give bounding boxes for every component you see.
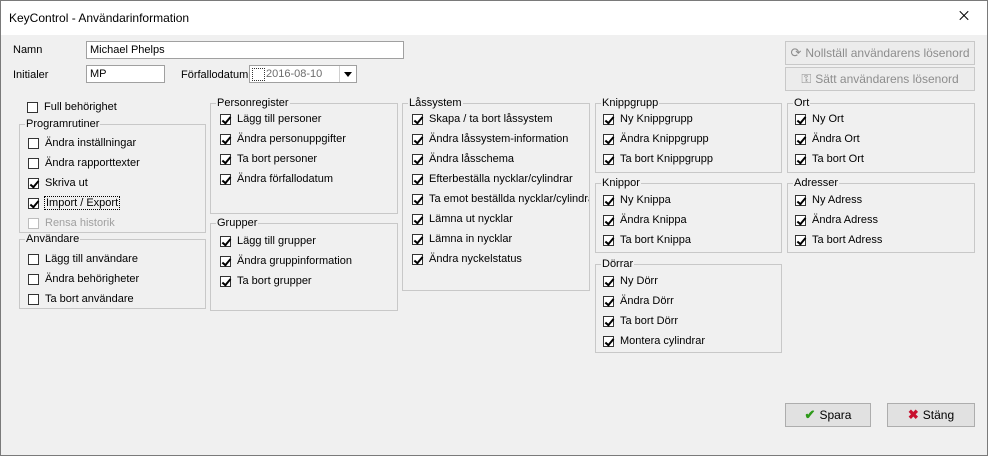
- group-title: Låssystem: [408, 97, 463, 109]
- group-knippor: Knippor Ny Knippa Ändra Knippa Ta bort K…: [595, 177, 782, 253]
- group-title: Ort: [793, 97, 811, 109]
- group-grupper: Grupper Lägg till grupper Ändra gruppinf…: [210, 217, 398, 311]
- group-knippgrupp: Knippgrupp Ny Knippgrupp Ändra Knippgrup…: [595, 97, 782, 173]
- group-personregister: Personregister Lägg till personer Ändra …: [210, 97, 398, 214]
- close-button[interactable]: ✖ Stäng: [887, 403, 975, 427]
- group-title: Knippor: [601, 177, 641, 189]
- reset-password-button[interactable]: ⟳ Nollställ användarens lösenord: [785, 41, 975, 65]
- window-title: KeyControl - Användarinformation: [9, 11, 190, 25]
- group-anvandare: Användare Lägg till användare Ändra behö…: [19, 233, 206, 309]
- group-title: Dörrar: [601, 258, 635, 270]
- group-title: Knippgrupp: [601, 97, 660, 109]
- group-dorrar: Dörrar Ny Dörr Ändra Dörr Ta bort Dörr M…: [595, 258, 782, 353]
- key-icon: ⚿: [801, 71, 812, 86]
- group-lassystem: Låssystem Skapa / ta bort låssystem Ändr…: [402, 97, 590, 291]
- name-input[interactable]: [86, 41, 404, 59]
- checkmark-icon: ✔: [804, 407, 816, 422]
- full-access-label: Full behörighet: [44, 101, 117, 113]
- expiry-enable-checkbox[interactable]: [252, 68, 265, 81]
- expiry-label: Förfallodatum: [181, 69, 249, 81]
- group-title: Programrutiner: [25, 118, 101, 130]
- expiry-date-picker[interactable]: 2016-08-10: [249, 65, 357, 83]
- set-password-label: Sätt användarens lösenord: [815, 72, 959, 86]
- set-password-button[interactable]: ⚿ Sätt användarens lösenord: [785, 67, 975, 91]
- group-title: Grupper: [216, 217, 259, 229]
- initials-label: Initialer: [13, 69, 49, 81]
- expiry-date-value: 2016-08-10: [266, 68, 323, 80]
- group-ort: Ort Ny Ort Ändra Ort Ta bort Ort: [787, 97, 975, 173]
- reset-password-label: Nollställ användarens lösenord: [805, 46, 970, 60]
- user-info-window: KeyControl - Användarinformation Namn In…: [0, 0, 988, 456]
- cross-icon: ✖: [907, 407, 919, 422]
- name-label: Namn: [13, 44, 43, 56]
- checkbox-box: [27, 102, 38, 113]
- chevron-down-icon[interactable]: [339, 66, 356, 82]
- group-title: Adresser: [793, 177, 840, 189]
- refresh-icon: ⟳: [790, 45, 802, 60]
- close-window-icon[interactable]: [941, 1, 986, 30]
- save-button[interactable]: ✔ Spara: [785, 403, 871, 427]
- initials-input[interactable]: [86, 65, 165, 83]
- title-bar: KeyControl - Användarinformation: [1, 1, 987, 35]
- close-label: Stäng: [922, 408, 955, 422]
- group-adresser: Adresser Ny Adress Ändra Adress Ta bort …: [787, 177, 975, 253]
- checkbox-ta-emot-bestallda[interactable]: Ta emot beställda nycklar/cylindrar: [412, 192, 589, 208]
- group-programrutiner: Programrutiner Ändra inställningar Ändra…: [19, 118, 206, 233]
- save-label: Spara: [819, 408, 852, 422]
- group-title: Personregister: [216, 97, 290, 109]
- group-title: Användare: [25, 233, 81, 245]
